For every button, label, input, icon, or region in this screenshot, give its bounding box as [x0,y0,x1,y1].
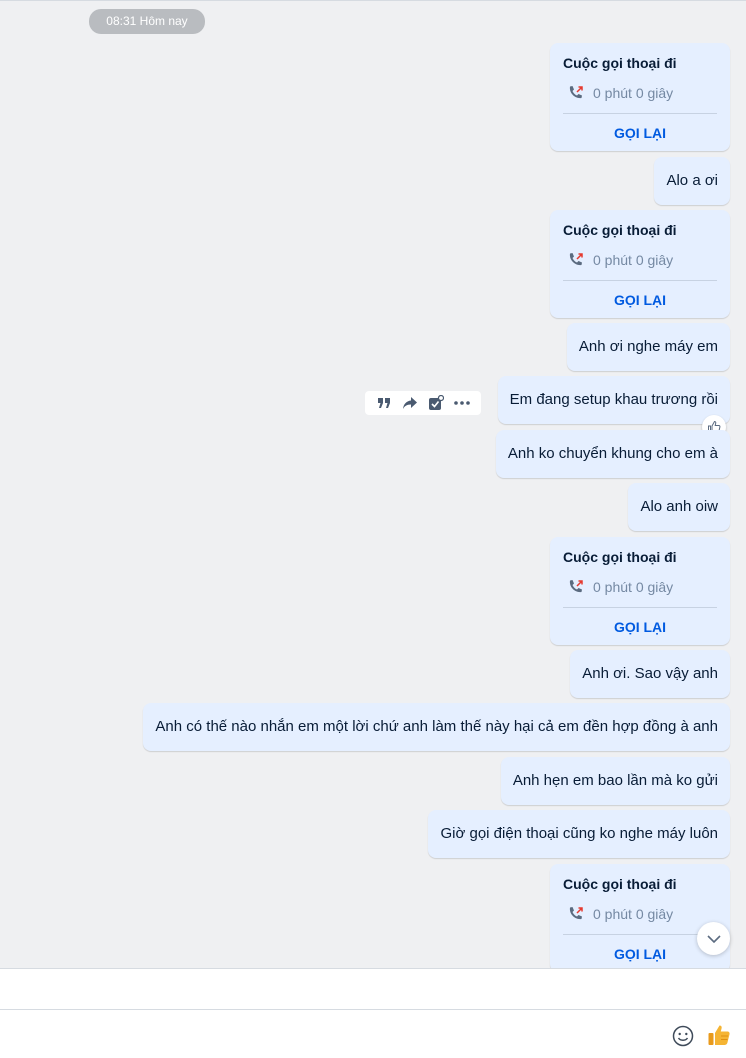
more-icon[interactable] [452,393,472,413]
call-title: Cuộc gọi thoại đi [563,222,677,238]
outgoing-call-icon [569,253,583,266]
divider [563,934,717,935]
task-icon[interactable] [426,393,446,413]
call-duration: 0 phút 0 giây [593,252,674,268]
message-text: Anh ơi nghe máy em [578,338,718,355]
thumbs-up-icon[interactable] [707,1023,731,1047]
message-bubble[interactable]: Alo anh oiw [628,483,730,531]
message-actions-bar [365,391,481,415]
outgoing-call-icon [569,580,583,593]
call-duration: 0 phút 0 giây [593,85,674,101]
conversation-pane: 08:31 Hôm nay Cuộc gọi thoại đi 0 phút 0… [0,0,746,968]
message-bubble[interactable]: Anh có thế nào nhắn em một lời chứ anh l… [143,703,730,751]
divider [563,280,717,281]
callback-button[interactable]: GỌI LẠI [550,619,730,635]
callback-button[interactable]: GỌI LẠI [550,125,730,141]
message-bubble[interactable]: Giờ gọi điện thoại cũng ko nghe máy luôn [428,810,730,858]
emoji-icon[interactable] [672,1025,694,1047]
message-text: Giờ gọi điện thoại cũng ko nghe máy luôn [440,825,718,842]
time-divider: 08:31 Hôm nay [89,9,205,34]
message-bubble[interactable]: Anh hẹn em bao lần mà ko gửi [500,757,730,805]
message-text: Alo anh oiw [640,498,718,515]
message-bubble[interactable]: Em đang setup khau trương rồi [497,376,730,424]
callback-button[interactable]: GỌI LẠI [550,292,730,308]
message-bubble[interactable]: Anh ko chuyển khung cho em à [495,430,730,478]
message-bubble[interactable]: Anh ơi. Sao vậy anh [570,650,730,698]
message-text: Alo a ơi [666,172,718,189]
quote-icon[interactable] [374,393,394,413]
call-duration: 0 phút 0 giây [593,906,674,922]
call-card[interactable]: Cuộc gọi thoại đi 0 phút 0 giây GỌI LẠI [550,43,730,151]
call-duration: 0 phút 0 giây [593,579,674,595]
message-text: Anh có thế nào nhắn em một lời chứ anh l… [155,718,718,735]
scroll-to-bottom-button[interactable] [697,922,730,955]
call-title: Cuộc gọi thoại đi [563,876,677,892]
share-icon[interactable] [400,393,420,413]
message-text: Anh hẹn em bao lần mà ko gửi [512,772,718,789]
message-bubble[interactable]: Alo a ơi [654,157,730,205]
message-bubble[interactable]: Anh ơi nghe máy em [566,323,730,371]
divider [563,113,717,114]
message-composer[interactable] [0,1009,746,1058]
outgoing-call-icon [569,86,583,99]
divider [563,607,717,608]
message-text: Em đang setup khau trương rồi [509,391,718,408]
message-text: Anh ko chuyển khung cho em à [507,445,718,462]
call-card[interactable]: Cuộc gọi thoại đi 0 phút 0 giây GỌI LẠI [550,537,730,645]
outgoing-call-icon [569,907,583,920]
chevron-down-icon [706,934,721,943]
call-title: Cuộc gọi thoại đi [563,55,677,71]
call-card[interactable]: Cuộc gọi thoại đi 0 phút 0 giây GỌI LẠI [550,210,730,318]
message-text: Anh ơi. Sao vậy anh [582,665,718,682]
call-card[interactable]: Cuộc gọi thoại đi 0 phút 0 giây GỌI LẠI [550,864,730,968]
composer-toolbar [0,968,746,1009]
call-title: Cuộc gọi thoại đi [563,549,677,565]
